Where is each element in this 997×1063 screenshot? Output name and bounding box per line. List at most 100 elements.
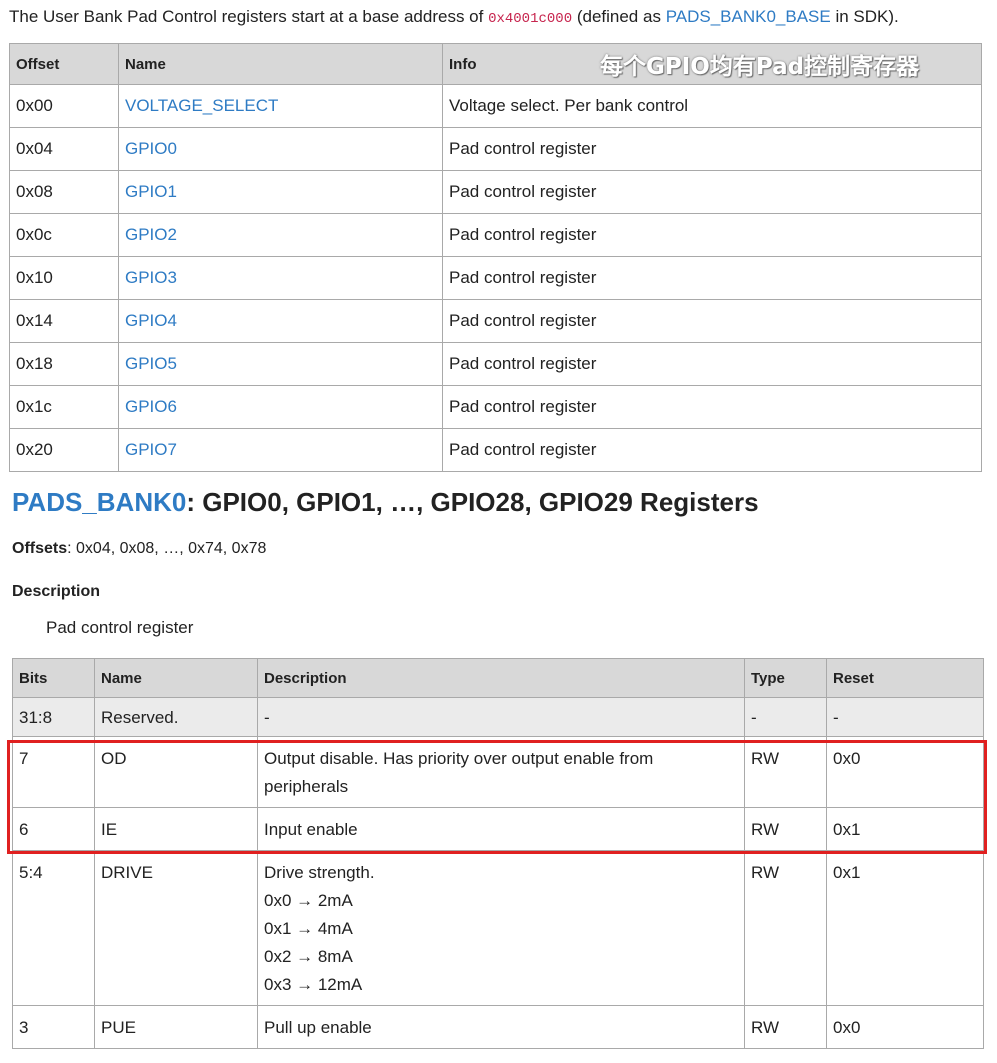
offsets-label: Offsets [12,540,68,557]
offsets-value: : 0x04, 0x08, …, 0x74, 0x78 [67,540,267,557]
register-name-link[interactable]: GPIO3 [125,268,177,287]
type-cell: RW [744,1005,827,1049]
table-row: 0x20 GPIO7 Pad control register [9,428,982,472]
name-cell: IE [94,807,258,851]
name-cell: GPIO7 [118,428,443,472]
info-cell: Pad control register [442,170,982,214]
description-cell: Drive strength. 0x0 → 2mA 0x1 → 4mA 0x2 → 8… [257,850,745,1006]
description-heading: Description [12,583,101,600]
table-row: 0x00 VOLTAGE_SELECT Voltage select. Per ba… [9,84,982,128]
table-row: 0x14 GPIO4 Pad control register [9,299,982,343]
column-header-description: Description [257,658,745,698]
name-cell: PUE [94,1005,258,1049]
offset-cell: 0x08 [9,170,119,214]
register-name-link[interactable]: GPIO0 [125,139,177,158]
table-row [9,471,982,472]
name-cell: OD [94,736,258,808]
name-cell: GPIO1 [118,170,443,214]
offset-cell: 0x0c [9,213,119,257]
description-line: 0x2 → 8mA [264,947,353,966]
register-list-viewport: Offset Name Info 0x00 VOLTAGE_SELECT Volta… [0,0,997,472]
table-row: 5:4 DRIVE Drive strength. 0x0 → 2mA 0x1 → 4m… [12,850,984,1006]
bits-cell: 3 [12,1005,95,1049]
register-name-link[interactable]: GPIO5 [125,354,177,373]
description-line: Input enable [264,820,358,839]
table-row: 0x1c GPIO6 Pad control register [9,385,982,429]
table-row: 0x08 GPIO1 Pad control register [9,170,982,214]
info-cell: Pad control register [442,342,982,386]
table-row: 6 IE Input enable RW 0x1 [12,807,984,851]
offset-cell: 0x20 [9,428,119,472]
info-cell: Pad control register [442,385,982,429]
name-cell: GPIO0 [118,127,443,171]
register-name-link[interactable]: GPIO1 [125,182,177,201]
name-cell: DRIVE [94,850,258,1006]
register-name-link[interactable]: GPIO6 [125,397,177,416]
register-name-link[interactable]: GPIO7 [125,440,177,459]
name-cell: GPIO4 [118,299,443,343]
description-line: Drive strength. [264,863,375,882]
reset-cell: 0x0 [826,1005,984,1049]
reset-cell: - [826,697,984,737]
description-line: Pull up enable [264,1018,372,1037]
name-cell: GPIO3 [118,256,443,300]
reset-cell: 0x1 [826,807,984,851]
table-row: 7 OD Output disable. Has priority over out… [12,736,984,808]
name-cell [118,471,443,472]
table-row: 3 PUE Pull up enable RW 0x0 [12,1005,984,1049]
chinese-caption-overlay: 每个GPIO均有Pad控制寄存器 [600,54,920,80]
description-cell: Pull up enable [257,1005,745,1049]
offset-cell: 0x18 [9,342,119,386]
column-header-reset: Reset [826,658,984,698]
column-header-offset: Offset [9,43,119,85]
column-header-type: Type [744,658,827,698]
description-cell: - [257,697,745,737]
table-row: 0x0c GPIO2 Pad control register [9,213,982,257]
table-row: 31:8 Reserved. - - - [12,697,984,737]
offset-cell [9,471,119,472]
description-line: 0x0 → 2mA [264,891,353,910]
info-cell: Pad control register [442,299,982,343]
offset-cell: 0x10 [9,256,119,300]
info-cell: Pad control register [442,428,982,472]
column-header-bits: Bits [12,658,95,698]
column-header-name: Name [94,658,258,698]
name-cell: GPIO5 [118,342,443,386]
description-line: 0x1 → 4mA [264,919,353,938]
description-line: - [264,708,270,727]
description-line: Output disable. Has priority over output… [264,749,654,796]
type-cell: - [744,697,827,737]
type-cell: RW [744,807,827,851]
description-cell: Output disable. Has priority over output… [257,736,745,808]
info-cell: Pad control register [442,256,982,300]
register-bits-table: Bits Name Description Type Reset 31:8 Res… [12,658,984,1049]
register-name-link[interactable]: VOLTAGE_SELECT [125,96,278,115]
table-row: 0x18 GPIO5 Pad control register [9,342,982,386]
offsets-line: Offsets: 0x04, 0x08, …, 0x74, 0x78 [12,540,266,558]
register-name-link[interactable]: GPIO2 [125,225,177,244]
name-cell: VOLTAGE_SELECT [118,84,443,128]
section-heading-text: : GPIO0, GPIO1, …, GPIO28, GPIO29 Regist… [186,487,759,517]
info-cell [442,471,982,472]
info-cell: Pad control register [442,127,982,171]
column-header-name: Name [118,43,443,85]
bits-cell: 7 [12,736,95,808]
offset-cell: 0x1c [9,385,119,429]
description-line: 0x3 → 12mA [264,975,363,994]
offset-cell: 0x14 [9,299,119,343]
info-cell: Pad control register [442,213,982,257]
bits-cell: 5:4 [12,850,95,1006]
table-header-row: Bits Name Description Type Reset [12,658,984,698]
info-cell: Voltage select. Per bank control [442,84,982,128]
bits-cell: 31:8 [12,697,95,737]
offset-cell: 0x00 [9,84,119,128]
pads-bank0-link[interactable]: PADS_BANK0 [12,487,186,517]
register-name-link[interactable]: GPIO4 [125,311,177,330]
table-row: 0x04 GPIO0 Pad control register [9,127,982,171]
offset-cell: 0x04 [9,127,119,171]
name-cell: Reserved. [94,697,258,737]
register-offset-table: Offset Name Info 0x00 VOLTAGE_SELECT Volta… [9,43,982,472]
name-cell: GPIO2 [118,213,443,257]
table-row: 0x10 GPIO3 Pad control register [9,256,982,300]
description-cell: Input enable [257,807,745,851]
